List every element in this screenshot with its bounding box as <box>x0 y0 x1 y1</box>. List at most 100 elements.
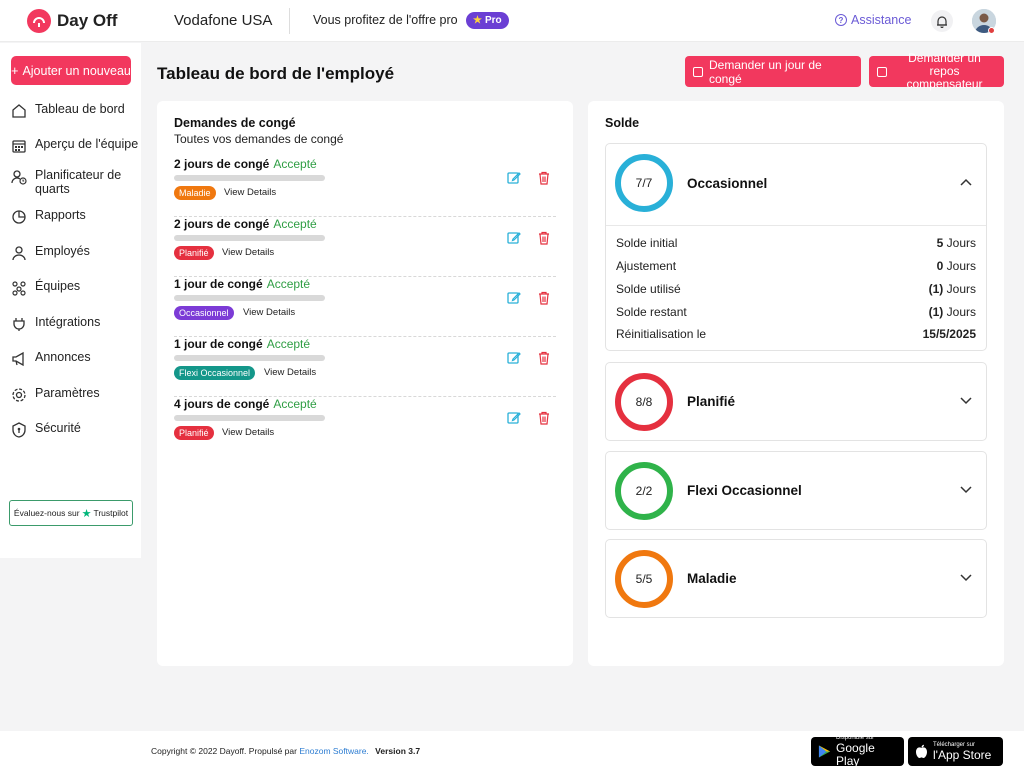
view-details-link[interactable]: View Details <box>224 187 276 198</box>
detail-value: 0 Jours <box>936 259 976 273</box>
trash-icon[interactable] <box>538 411 550 425</box>
sidebar-item-security[interactable]: Sécurité <box>11 421 139 438</box>
sidebar-item-shift-planner[interactable]: Planificateur de quarts <box>11 168 139 196</box>
balance-type-name: Planifié <box>687 394 736 409</box>
sidebar-item-reports[interactable]: Rapports <box>11 208 139 225</box>
view-details-link[interactable]: View Details <box>222 427 274 438</box>
enozom-link[interactable]: Enozom Software. <box>299 746 368 756</box>
balance-ring: 8/8 <box>615 373 673 431</box>
accordion-divider <box>606 225 986 226</box>
detail-label: Solde utilisé <box>616 282 681 296</box>
leave-type-badge: Planifié <box>174 426 214 440</box>
edit-icon[interactable] <box>507 171 521 185</box>
pro-badge-label: Pro <box>484 15 502 26</box>
sidebar-item-teams[interactable]: Équipes <box>11 279 139 296</box>
balance-detail-row: Solde utilisé (1) Jours <box>616 282 976 296</box>
chevron-down-icon[interactable] <box>960 486 972 494</box>
page-title: Tableau de bord de l'employé <box>157 64 395 83</box>
detail-label: Ajustement <box>616 259 677 273</box>
leave-request-row: 1 jour de congé Accepté Occasionnel View … <box>174 277 556 337</box>
plug-icon <box>13 318 25 331</box>
leave-request-title: 2 jours de congé Accepté <box>174 157 317 171</box>
notifications-button[interactable] <box>931 10 953 32</box>
add-new-button[interactable]: + Ajouter un nouveau <box>11 56 131 85</box>
google-big: Google Play <box>836 741 875 768</box>
balance-ring: 7/7 <box>615 154 673 212</box>
star-icon: ★ <box>473 15 482 26</box>
balance-accordion-flexi[interactable]: 2/2 Flexi Occasionnel <box>605 451 987 530</box>
sidebar-item-label: Paramètres <box>35 386 100 400</box>
company-name: Vodafone USA <box>174 12 273 29</box>
balance-detail-row: Réinitialisation le 15/5/2025 <box>616 327 976 341</box>
trash-icon[interactable] <box>538 291 550 305</box>
leave-duration: 1 jour de congé <box>174 277 263 291</box>
leave-status: Accepté <box>266 337 311 351</box>
leave-duration: 1 jour de congé <box>174 337 263 351</box>
balance-type-name: Flexi Occasionnel <box>687 483 802 498</box>
balance-detail-row: Ajustement 0 Jours <box>616 259 976 273</box>
leave-date-placeholder <box>174 175 325 181</box>
detail-value: 15/5/2025 <box>922 327 976 341</box>
pie-chart-icon <box>12 210 26 224</box>
assistance-link[interactable]: ? Assistance <box>835 13 911 27</box>
apple-big: l'App Store <box>933 747 992 762</box>
view-details-link[interactable]: View Details <box>222 247 274 258</box>
trustpilot-badge[interactable]: Évaluez-nous sur ★ Trustpilot <box>9 500 133 526</box>
sidebar-item-settings[interactable]: Paramètres <box>11 386 139 403</box>
balance-accordion-planifie[interactable]: 8/8 Planifié <box>605 362 987 441</box>
trustpilot-brand: Trustpilot <box>93 508 129 518</box>
leave-request-row: 2 jours de congé Accepté Planifié View De… <box>174 217 556 277</box>
leave-type-badge: Planifié <box>174 246 214 260</box>
sidebar-item-team-overview[interactable]: Aperçu de l'équipe <box>11 137 139 154</box>
app-store-badge[interactable]: Télécharger sur l'App Store <box>908 737 1003 766</box>
sidebar-item-integrations[interactable]: Intégrations <box>11 315 139 332</box>
shield-icon <box>12 422 26 438</box>
chevron-down-icon[interactable] <box>960 397 972 405</box>
trash-icon[interactable] <box>538 171 550 185</box>
sidebar-item-label: Tableau de bord <box>35 102 125 116</box>
sidebar-item-label: Employés <box>35 244 90 258</box>
edit-icon[interactable] <box>507 351 521 365</box>
app-logo[interactable]: Day Off <box>27 9 117 33</box>
leave-request-row: 2 jours de congé Accepté Maladie View Det… <box>174 157 556 217</box>
leave-request-row: 1 jour de congé Accepté Flexi Occasionnel… <box>174 337 556 397</box>
sidebar-item-announcements[interactable]: Annonces <box>11 350 139 367</box>
sidebar-item-label: Planificateur de quarts <box>35 168 122 196</box>
leave-date-placeholder <box>174 295 325 301</box>
edit-icon[interactable] <box>507 411 521 425</box>
request-comp-label: Demander un repos compensateur <box>893 52 996 91</box>
pro-badge: ★ Pro <box>466 12 509 29</box>
chevron-down-icon[interactable] <box>960 574 972 582</box>
balance-accordion-maladie[interactable]: 5/5 Maladie <box>605 539 987 618</box>
leave-status: Accepté <box>273 157 317 171</box>
add-new-label: Ajouter un nouveau <box>22 63 131 78</box>
google-play-badge[interactable]: Disponible sur Google Play <box>811 735 904 768</box>
chevron-up-icon[interactable] <box>960 178 972 186</box>
leave-type-badge: Occasionnel <box>174 306 234 320</box>
sidebar-item-label: Sécurité <box>35 421 81 435</box>
header-divider <box>289 8 290 34</box>
trustpilot-star-icon: ★ <box>81 507 92 520</box>
trash-icon[interactable] <box>538 231 550 245</box>
request-leave-button[interactable]: Demander un jour de congé <box>685 56 861 87</box>
leave-request-title: 1 jour de congé Accepté <box>174 277 310 291</box>
balance-title: Solde <box>605 116 640 130</box>
detail-value: 5 Jours <box>936 236 976 250</box>
sidebar-item-employees[interactable]: Employés <box>11 244 139 261</box>
leave-request-title: 4 jours de congé Accepté <box>174 397 317 411</box>
edit-icon[interactable] <box>507 291 521 305</box>
request-leave-label: Demander un jour de congé <box>709 57 822 86</box>
request-comp-rest-button[interactable]: Demander un repos compensateur <box>869 52 1004 91</box>
view-details-link[interactable]: View Details <box>264 367 316 378</box>
apple-icon <box>916 744 927 758</box>
leave-duration: 2 jours de congé <box>174 157 270 171</box>
edit-icon[interactable] <box>507 231 521 245</box>
leave-type-badge: Maladie <box>174 186 216 200</box>
view-details-link[interactable]: View Details <box>243 307 295 318</box>
leave-request-title: 2 jours de congé Accepté <box>174 217 317 231</box>
sidebar-item-dashboard[interactable]: Tableau de bord <box>11 102 139 119</box>
request-comp-label-line1: Demander un repos <box>908 51 981 78</box>
trash-icon[interactable] <box>538 351 550 365</box>
leave-date-placeholder <box>174 355 325 361</box>
gear-icon <box>12 388 26 402</box>
